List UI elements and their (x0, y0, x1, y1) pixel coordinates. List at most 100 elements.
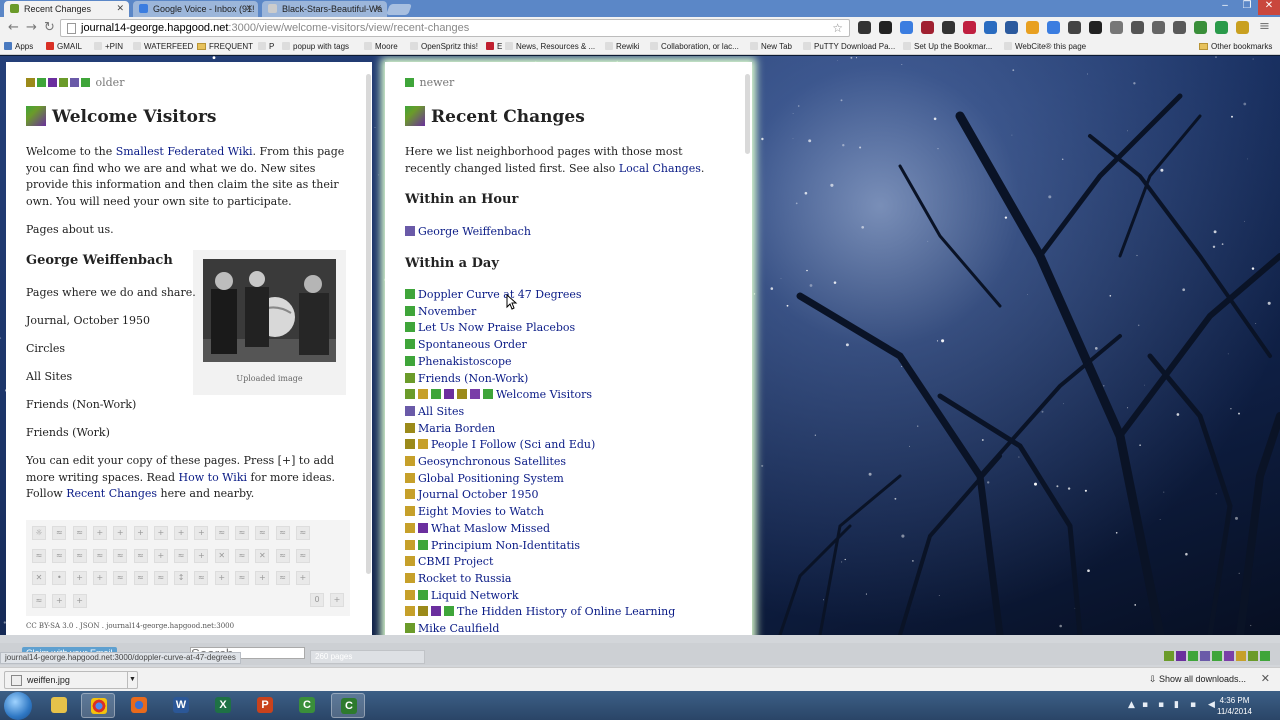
recent-change-link[interactable]: Geosynchronous Satellites (418, 455, 566, 468)
wiki-flag-icon[interactable] (26, 78, 35, 87)
plugin-button[interactable]: + (92, 526, 107, 540)
plugin-button[interactable]: ≈ (153, 571, 168, 585)
wiki-flag-icon[interactable] (81, 78, 90, 87)
wiki-flag-icon[interactable] (405, 372, 415, 383)
plugin-button[interactable]: ✕ (255, 548, 270, 563)
wiki-flag-icon[interactable] (405, 439, 415, 450)
wiki-flag-icon[interactable] (470, 389, 480, 400)
plugin-button[interactable]: • (52, 571, 67, 585)
bookmark-frequent[interactable]: FREQUENT (197, 42, 253, 51)
extension-icon[interactable] (1194, 21, 1207, 34)
link-friends-non-work[interactable]: Friends (Non-Work) (26, 397, 136, 414)
recent-change-item[interactable]: All Sites (405, 405, 464, 418)
bookmark-webcite[interactable]: WebCite® this page (1004, 42, 1086, 51)
wiki-flag-icon[interactable] (405, 472, 415, 483)
wiki-flag-icon[interactable] (405, 355, 415, 366)
menu-icon[interactable]: ≡ (1259, 19, 1270, 34)
wiki-flag-icon[interactable] (457, 389, 467, 400)
wiki-flag-icon[interactable] (405, 389, 415, 400)
start-button[interactable] (4, 692, 32, 720)
tab-black-stars[interactable]: Black-Stars-Beautiful-Wa ✕ (262, 1, 387, 17)
wiki-flag-icon[interactable] (405, 522, 415, 533)
recent-change-item[interactable]: November (405, 305, 476, 318)
plugin-button[interactable]: + (295, 571, 310, 585)
wiki-flag-icon[interactable] (418, 539, 428, 550)
wiki-flag-icon[interactable] (405, 78, 414, 87)
wiki-flag-icon[interactable] (70, 78, 79, 87)
plugin-button[interactable]: ≈ (92, 548, 107, 563)
bookmark-gmail[interactable]: GMAIL (46, 42, 82, 51)
taskbar-word[interactable]: W (164, 693, 198, 718)
extension-icon[interactable] (1047, 21, 1060, 34)
recent-change-item[interactable]: People I Follow (Sci and Edu) (405, 438, 595, 451)
wiki-flag-icon[interactable] (1236, 651, 1246, 661)
plugin-button[interactable]: + (52, 593, 67, 608)
recent-change-link[interactable]: Phenakistoscope (418, 355, 512, 368)
wiki-flag-icon[interactable] (405, 539, 415, 550)
extension-icon[interactable] (1131, 21, 1144, 34)
recent-change-item[interactable]: Let Us Now Praise Placebos (405, 321, 575, 334)
recent-change-item[interactable]: Rocket to Russia (405, 572, 511, 585)
plugin-button[interactable]: ≈ (72, 526, 87, 540)
plugin-button[interactable]: + (153, 548, 168, 563)
taskbar-clock[interactable]: 4:36 PM 11/4/2014 (1217, 695, 1252, 717)
bookmark-popup-tags[interactable]: popup with tags (282, 42, 349, 51)
wiki-flag-icon[interactable] (48, 78, 57, 87)
recent-change-item[interactable]: Phenakistoscope (405, 355, 512, 368)
extension-icon[interactable] (963, 21, 976, 34)
wiki-flag-icon[interactable] (483, 389, 493, 400)
plugin-button[interactable]: ≈ (133, 548, 148, 563)
bookmark-star-icon[interactable]: ☆ (832, 21, 843, 35)
recent-change-item[interactable]: Liquid Network (405, 589, 519, 602)
taskbar-powerpoint[interactable]: P (248, 693, 282, 718)
extension-icon[interactable] (1068, 21, 1081, 34)
wiki-flag-icon[interactable] (37, 78, 46, 87)
evernote-icon[interactable] (1215, 21, 1228, 34)
recent-change-link[interactable]: CBMI Project (418, 555, 493, 568)
show-all-downloads-link[interactable]: ⇩ Show all downloads... (1149, 674, 1246, 685)
forward-arrow-icon[interactable]: → (26, 20, 37, 35)
plugin-button[interactable]: + (72, 593, 87, 608)
recent-change-link[interactable]: All Sites (418, 405, 464, 418)
plugin-button[interactable]: + (133, 526, 148, 540)
window-close-button[interactable]: ✕ (1258, 0, 1280, 15)
recent-change-link[interactable]: The Hidden History of Online Learning (457, 605, 675, 618)
bookmark-openspritz[interactable]: OpenSpritz this! (410, 42, 478, 51)
recent-change-link[interactable]: November (418, 305, 476, 318)
recent-change-link[interactable]: Friends (Non-Work) (418, 372, 528, 385)
recent-change-item[interactable]: Doppler Curve at 47 Degrees (405, 288, 582, 301)
wiki-flag-icon[interactable] (405, 305, 415, 316)
taskbar-explorer[interactable] (42, 693, 76, 718)
bookmark-news[interactable]: News, Resources & ... (505, 42, 595, 51)
wiki-flag-icon[interactable] (1212, 651, 1222, 661)
network-icon[interactable]: ▮ (1174, 700, 1179, 710)
plugin-button[interactable]: + (174, 526, 189, 540)
factory-control-button[interactable]: 0 (310, 593, 324, 607)
tray-icon[interactable]: ▪ (1190, 700, 1196, 710)
recent-change-item[interactable]: George Weiffenbach (405, 225, 531, 238)
recent-change-item[interactable]: Geosynchronous Satellites (405, 455, 566, 468)
wiki-flag-icon[interactable] (405, 623, 415, 633)
link-recent-changes[interactable]: Recent Changes (66, 487, 157, 500)
recent-change-link[interactable]: Mike Caulfield (418, 622, 499, 635)
recent-change-link[interactable]: Eight Movies to Watch (418, 505, 544, 518)
taskbar-camtasia[interactable]: C (290, 693, 324, 718)
recent-change-link[interactable]: Rocket to Russia (418, 572, 511, 585)
close-icon[interactable]: ✕ (1261, 672, 1270, 685)
link-how-to-wiki[interactable]: How to Wiki (179, 471, 247, 484)
wiki-flag-icon[interactable] (405, 289, 415, 299)
plugin-button[interactable]: ≈ (275, 526, 290, 540)
wiki-flag-icon[interactable] (405, 589, 415, 600)
plugin-button[interactable]: ≈ (133, 571, 148, 585)
minimize-button[interactable]: – (1214, 0, 1236, 15)
bookmark-waterfeed[interactable]: WATERFEED (133, 42, 193, 51)
plugin-button[interactable]: ≈ (235, 526, 249, 540)
taskbar-firefox[interactable] (122, 693, 156, 718)
chevron-down-icon[interactable]: ▼ (127, 672, 137, 688)
image-item[interactable]: Uploaded image (193, 250, 346, 395)
scrollbar[interactable] (745, 74, 750, 154)
recent-change-item[interactable]: Mike Caulfield (405, 622, 499, 635)
plugin-button[interactable]: ≈ (255, 526, 270, 540)
plugin-button[interactable]: ≈ (32, 593, 46, 608)
wiki-flag-icon[interactable] (1260, 651, 1270, 661)
